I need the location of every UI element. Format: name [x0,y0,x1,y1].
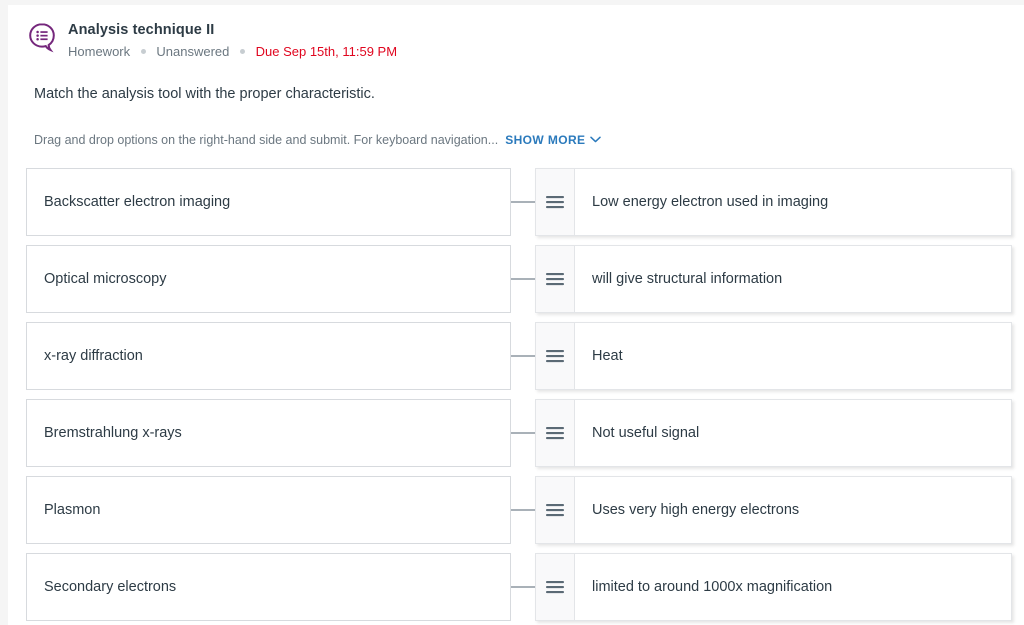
match-prompt-label: Optical microscopy [44,269,166,289]
match-connector-line [511,278,535,280]
match-answer-card[interactable]: Heat [535,322,1012,390]
show-more-label: SHOW MORE [505,133,585,147]
drag-handle-icon[interactable] [536,246,575,312]
match-row: Plasmon Uses very high energy electrons [8,473,1024,550]
match-prompt-label: x-ray diffraction [44,346,143,366]
page-root: Analysis technique II Homework Unanswere… [0,0,1024,625]
match-prompt-label: Bremstrahlung x-rays [44,423,182,443]
match-answer-card[interactable]: will give structural information [535,245,1012,313]
match-answer-label: Low energy electron used in imaging [575,169,1011,235]
drag-handle-icon[interactable] [536,554,575,620]
match-connector-line [511,355,535,357]
drag-handle-icon[interactable] [536,169,575,235]
match-row: Backscatter electron imaging Low energy … [8,165,1024,242]
question-header: Analysis technique II Homework Unanswere… [8,5,1024,62]
match-answer-label: Not useful signal [575,400,1011,466]
page-title: Analysis technique II [68,20,397,40]
assignment-type-label: Homework [68,44,130,59]
match-answer-card[interactable]: limited to around 1000x magnification [535,553,1012,621]
instructions-text: Drag and drop options on the right-hand … [34,133,498,147]
match-prompt-box: Secondary electrons [26,553,511,621]
drag-handle-icon[interactable] [536,323,575,389]
status-badge: Unanswered [156,44,229,59]
chevron-down-icon [590,136,601,143]
question-prompt: Match the analysis tool with the proper … [8,62,1024,104]
match-prompt-box: Plasmon [26,476,511,544]
match-row: Optical microscopy will give structural … [8,242,1024,319]
match-connector-line [511,509,535,511]
drag-handle-icon[interactable] [536,477,575,543]
match-prompt-label: Backscatter electron imaging [44,192,230,212]
meta-separator-dot [240,49,245,54]
match-connector-line [511,432,535,434]
match-row: x-ray diffraction Heat [8,319,1024,396]
match-prompt-label: Secondary electrons [44,577,176,597]
match-answer-label: Heat [575,323,1011,389]
match-prompt-box: x-ray diffraction [26,322,511,390]
match-prompt-label: Plasmon [44,500,100,520]
match-answer-label: will give structural information [575,246,1011,312]
match-answer-label: Uses very high energy electrons [575,477,1011,543]
drag-handle-icon[interactable] [536,400,575,466]
match-prompt-box: Backscatter electron imaging [26,168,511,236]
question-instructions: Drag and drop options on the right-hand … [8,104,1024,149]
match-connector-line [511,201,535,203]
match-answer-card[interactable]: Low energy electron used in imaging [535,168,1012,236]
match-row: Secondary electrons limited to around 10… [8,550,1024,625]
match-prompt-box: Bremstrahlung x-rays [26,399,511,467]
match-row: Bremstrahlung x-rays Not useful signal [8,396,1024,473]
quiz-question-card: Analysis technique II Homework Unanswere… [8,5,1024,625]
match-answer-label: limited to around 1000x magnification [575,554,1011,620]
quiz-speech-bubble-icon [26,20,60,54]
match-answer-card[interactable]: Not useful signal [535,399,1012,467]
match-rows-container: Backscatter electron imaging Low energy … [8,165,1024,625]
header-text-block: Analysis technique II Homework Unanswere… [68,19,397,62]
meta-separator-dot [141,49,146,54]
due-date-label: Due Sep 15th, 11:59 PM [256,44,397,59]
question-meta: Homework Unanswered Due Sep 15th, 11:59 … [68,42,397,62]
match-prompt-box: Optical microscopy [26,245,511,313]
match-answer-card[interactable]: Uses very high energy electrons [535,476,1012,544]
show-more-button[interactable]: SHOW MORE [505,133,601,147]
match-connector-line [511,586,535,588]
